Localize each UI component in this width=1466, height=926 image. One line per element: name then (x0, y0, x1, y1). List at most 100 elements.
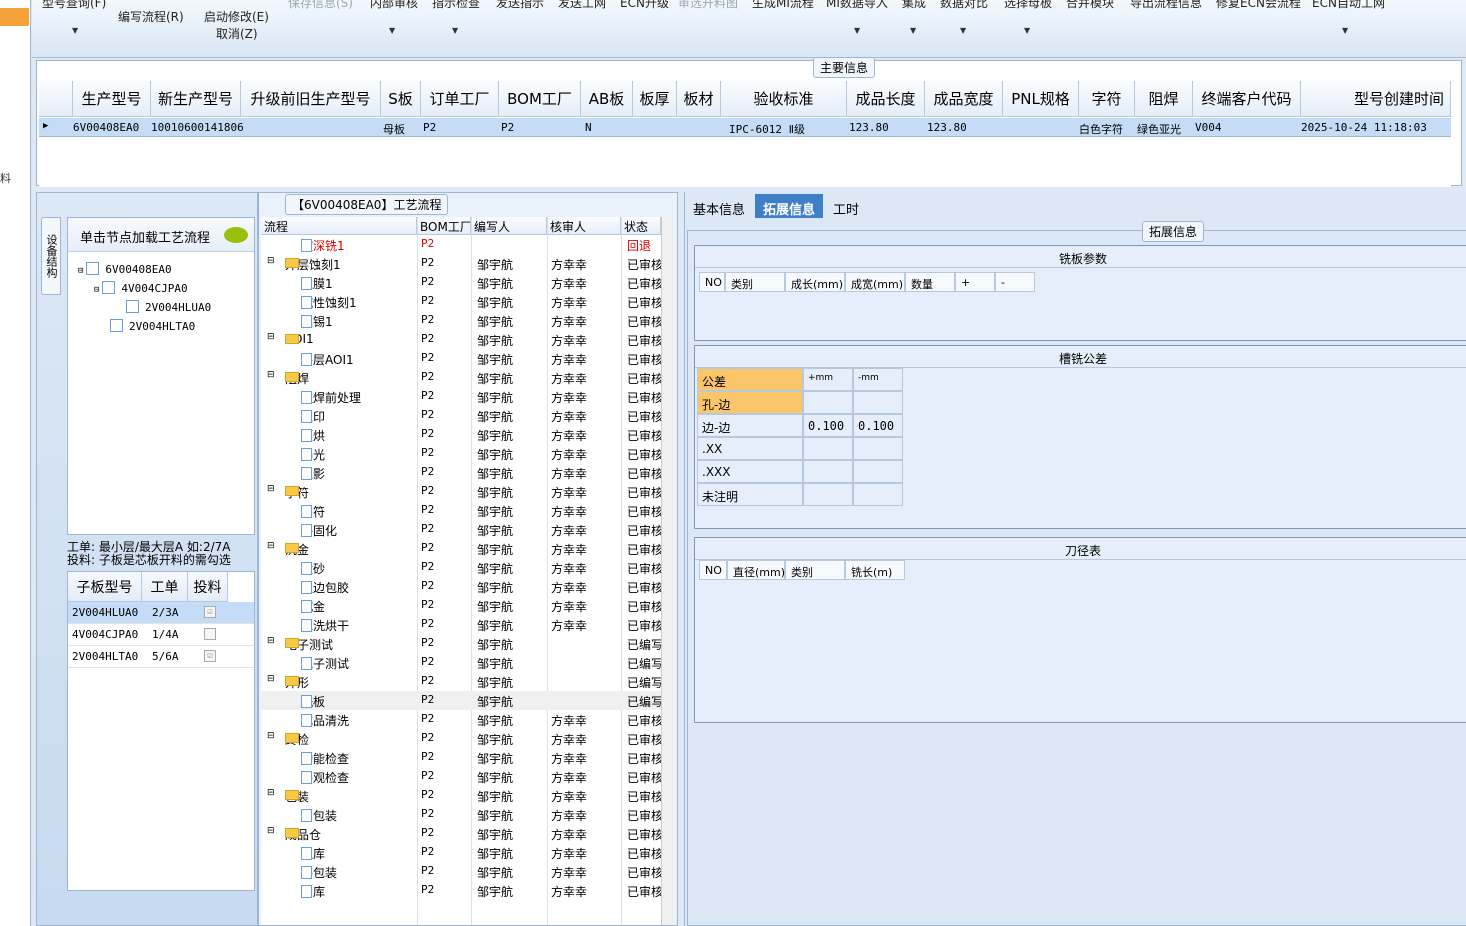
col-header[interactable]: 板材 (677, 81, 721, 117)
add-row-button[interactable]: + (955, 272, 995, 292)
mi-import-button[interactable]: MI数据导入 (826, 0, 888, 11)
flow-row[interactable]: 功能检查 P2 邹宇航 方幸幸 已审核 (261, 748, 663, 767)
flow-row[interactable]: 退膜1 P2 邹宇航 方幸幸 已审核 (261, 273, 663, 292)
flow-row[interactable]: ⊟ 成品仓 P2 邹宇航 方幸幸 已审核 (261, 824, 663, 843)
col-header[interactable]: 核审人 (547, 217, 621, 235)
chevron-down-icon[interactable]: ▼ (910, 26, 916, 35)
flow-row[interactable]: ⊟ 外形 P2 邹宇航 已编写 (261, 672, 663, 691)
col-header[interactable]: BOM工厂 (417, 217, 471, 235)
plus-input[interactable] (803, 460, 853, 483)
collapse-icon[interactable]: ⊟ (267, 332, 275, 342)
chevron-down-icon[interactable]: ▼ (960, 26, 966, 35)
chevron-down-icon[interactable]: ▼ (1342, 26, 1348, 35)
flow-row[interactable]: ⊟ 字符 P2 邹宇航 方幸幸 已审核 (261, 482, 663, 501)
side-tab-active[interactable] (0, 8, 29, 26)
flow-row[interactable]: ⊟ 阻焊 P2 邹宇航 方幸幸 已审核 (261, 368, 663, 387)
query-button[interactable]: 型号查询(F) (42, 0, 106, 11)
data-compare-button[interactable]: 数据对比 (940, 0, 988, 11)
col-header[interactable]: 投料 (188, 572, 228, 602)
col-header[interactable]: 新生产型号 (151, 81, 241, 117)
col-header[interactable]: 状态 (621, 217, 661, 235)
chevron-down-icon[interactable]: ▼ (72, 26, 78, 35)
plus-input[interactable]: 0.100 (803, 414, 853, 437)
vertical-scrollbar[interactable] (661, 217, 675, 925)
collapse-icon[interactable]: ⊟ (78, 266, 83, 276)
flow-row[interactable]: 碱性蚀刻1 P2 邹宇航 方幸幸 已审核 (261, 292, 663, 311)
flow-row[interactable]: 退锡1 P2 邹宇航 方幸幸 已审核 (261, 311, 663, 330)
flow-row[interactable]: 字符 P2 邹宇航 方幸幸 已审核 (261, 501, 663, 520)
ecn-auto-button[interactable]: ECN自动工网 (1312, 0, 1385, 11)
collapse-icon[interactable]: ⊟ (267, 484, 275, 494)
flow-row[interactable]: ⊟ 外层蚀刻1 P2 邹宇航 方幸幸 已审核 (261, 254, 663, 273)
col-header[interactable]: BOM工厂 (499, 81, 581, 117)
col-header[interactable]: 字符 (1079, 81, 1135, 117)
col-header[interactable]: 工单 (142, 572, 188, 602)
chevron-down-icon[interactable]: ▼ (452, 26, 458, 35)
plus-input[interactable] (803, 391, 853, 414)
col-header[interactable]: 阻焊 (1135, 81, 1193, 117)
col-header[interactable]: 型号创建时间 (1301, 81, 1451, 117)
send-net-button[interactable]: 发送工网 (558, 0, 606, 11)
plus-input[interactable] (803, 483, 853, 506)
flow-row[interactable]: 铣板 P2 邹宇航 已编写 (261, 691, 663, 710)
flow-row[interactable]: 控深铣1 P2 回退 (261, 235, 661, 254)
collapse-icon[interactable]: ⊟ (267, 541, 275, 551)
flow-row[interactable]: 入库 P2 邹宇航 方幸幸 已审核 (261, 843, 663, 862)
internal-review-button[interactable]: 内部审核 (370, 0, 418, 11)
collapse-icon[interactable]: ⊟ (267, 826, 275, 836)
col-header[interactable]: 编写人 (471, 217, 547, 235)
generate-flow-button[interactable]: 生成MI流程 (752, 0, 814, 11)
flow-row[interactable]: ⊟ 终检 P2 邹宇航 方幸幸 已审核 (261, 729, 663, 748)
table-row[interactable]: 4V004CJPA0 1/4A (68, 624, 254, 646)
select-material-button[interactable]: 审选开料图 (678, 0, 738, 11)
send-guide-button[interactable]: 发送指示 (496, 0, 544, 11)
flow-row[interactable]: ⊟ 电子测试 P2 邹宇航 已编写 (261, 634, 663, 653)
chevron-down-icon[interactable]: ▼ (854, 26, 860, 35)
flow-row[interactable]: 终固化 P2 邹宇航 方幸幸 已审核 (261, 520, 663, 539)
flow-row[interactable]: 内包装 P2 邹宇航 方幸幸 已审核 (261, 805, 663, 824)
flow-row[interactable]: 外包装 P2 邹宇航 方幸幸 已审核 (261, 862, 663, 881)
remove-row-button[interactable]: - (995, 272, 1035, 292)
feed-checkbox[interactable]: ☑ (204, 606, 216, 618)
edit-flow-button[interactable]: 编写流程(R) (118, 8, 184, 25)
col-header[interactable]: 流程 (261, 217, 417, 235)
minus-input[interactable] (853, 437, 903, 460)
combine-button[interactable]: 集成 (902, 0, 926, 11)
col-header[interactable]: 子板型号 (68, 572, 142, 602)
feed-checkbox[interactable]: ☑ (204, 650, 216, 662)
table-row[interactable]: 2V004HLUA0 2/3A ☑ (68, 602, 254, 624)
minus-input[interactable] (853, 460, 903, 483)
flow-row[interactable]: 外观检查 P2 邹宇航 方幸幸 已审核 (261, 767, 663, 786)
col-header[interactable]: 订单工厂 (421, 81, 499, 117)
flow-row[interactable]: 丝印 P2 邹宇航 方幸幸 已审核 (261, 406, 663, 425)
structure-vertical-tab[interactable]: 设备结构 (41, 217, 61, 295)
flow-row[interactable]: 电子测试 P2 邹宇航 已编写 (261, 653, 663, 672)
flow-row[interactable]: 外层AOI1 P2 邹宇航 方幸幸 已审核 (261, 349, 663, 368)
select-mother-board-button[interactable]: 选择母板 (1004, 0, 1052, 11)
ecn-upgrade-button[interactable]: ECN升级 (620, 0, 669, 11)
flow-row[interactable]: 显影 P2 邹宇航 方幸幸 已审核 (261, 463, 663, 482)
col-header[interactable]: 验收标准 (721, 81, 847, 117)
tab-work-hours[interactable]: 工时 (825, 194, 867, 218)
tab-ext-info[interactable]: 拓展信息 (755, 194, 824, 218)
save-button[interactable]: 保存信息(S) (288, 0, 353, 11)
collapse-icon[interactable]: ⊟ (267, 256, 275, 266)
collapse-icon[interactable]: ⊟ (267, 731, 275, 741)
col-header[interactable]: 成品宽度 (925, 81, 1003, 117)
flow-row[interactable]: 沉金 P2 邹宇航 方幸幸 已审核 (261, 596, 663, 615)
guide-check-button[interactable]: 指示检查 (432, 0, 480, 11)
flow-row[interactable]: 预烘 P2 邹宇航 方幸幸 已审核 (261, 425, 663, 444)
flow-row[interactable]: 水洗烘干 P2 邹宇航 方幸幸 已审核 (261, 615, 663, 634)
flow-row[interactable]: 喷砂 P2 邹宇航 方幸幸 已审核 (261, 558, 663, 577)
collapse-icon[interactable]: ⊟ (94, 285, 99, 295)
chevron-down-icon[interactable]: ▼ (1024, 26, 1030, 35)
tab-basic-info[interactable]: 基本信息 (685, 194, 753, 218)
flow-row[interactable]: 板边包胶 P2 邹宇航 方幸幸 已审核 (261, 577, 663, 596)
col-header[interactable]: AB板 (581, 81, 633, 117)
export-flow-button[interactable]: 导出流程信息 (1130, 0, 1202, 11)
minus-input[interactable] (853, 391, 903, 414)
tree-node[interactable]: 2V004HLTA0 (110, 319, 195, 333)
col-header[interactable]: PNL规格 (1003, 81, 1079, 117)
plus-input[interactable] (803, 437, 853, 460)
col-header[interactable]: S板 (381, 81, 421, 117)
